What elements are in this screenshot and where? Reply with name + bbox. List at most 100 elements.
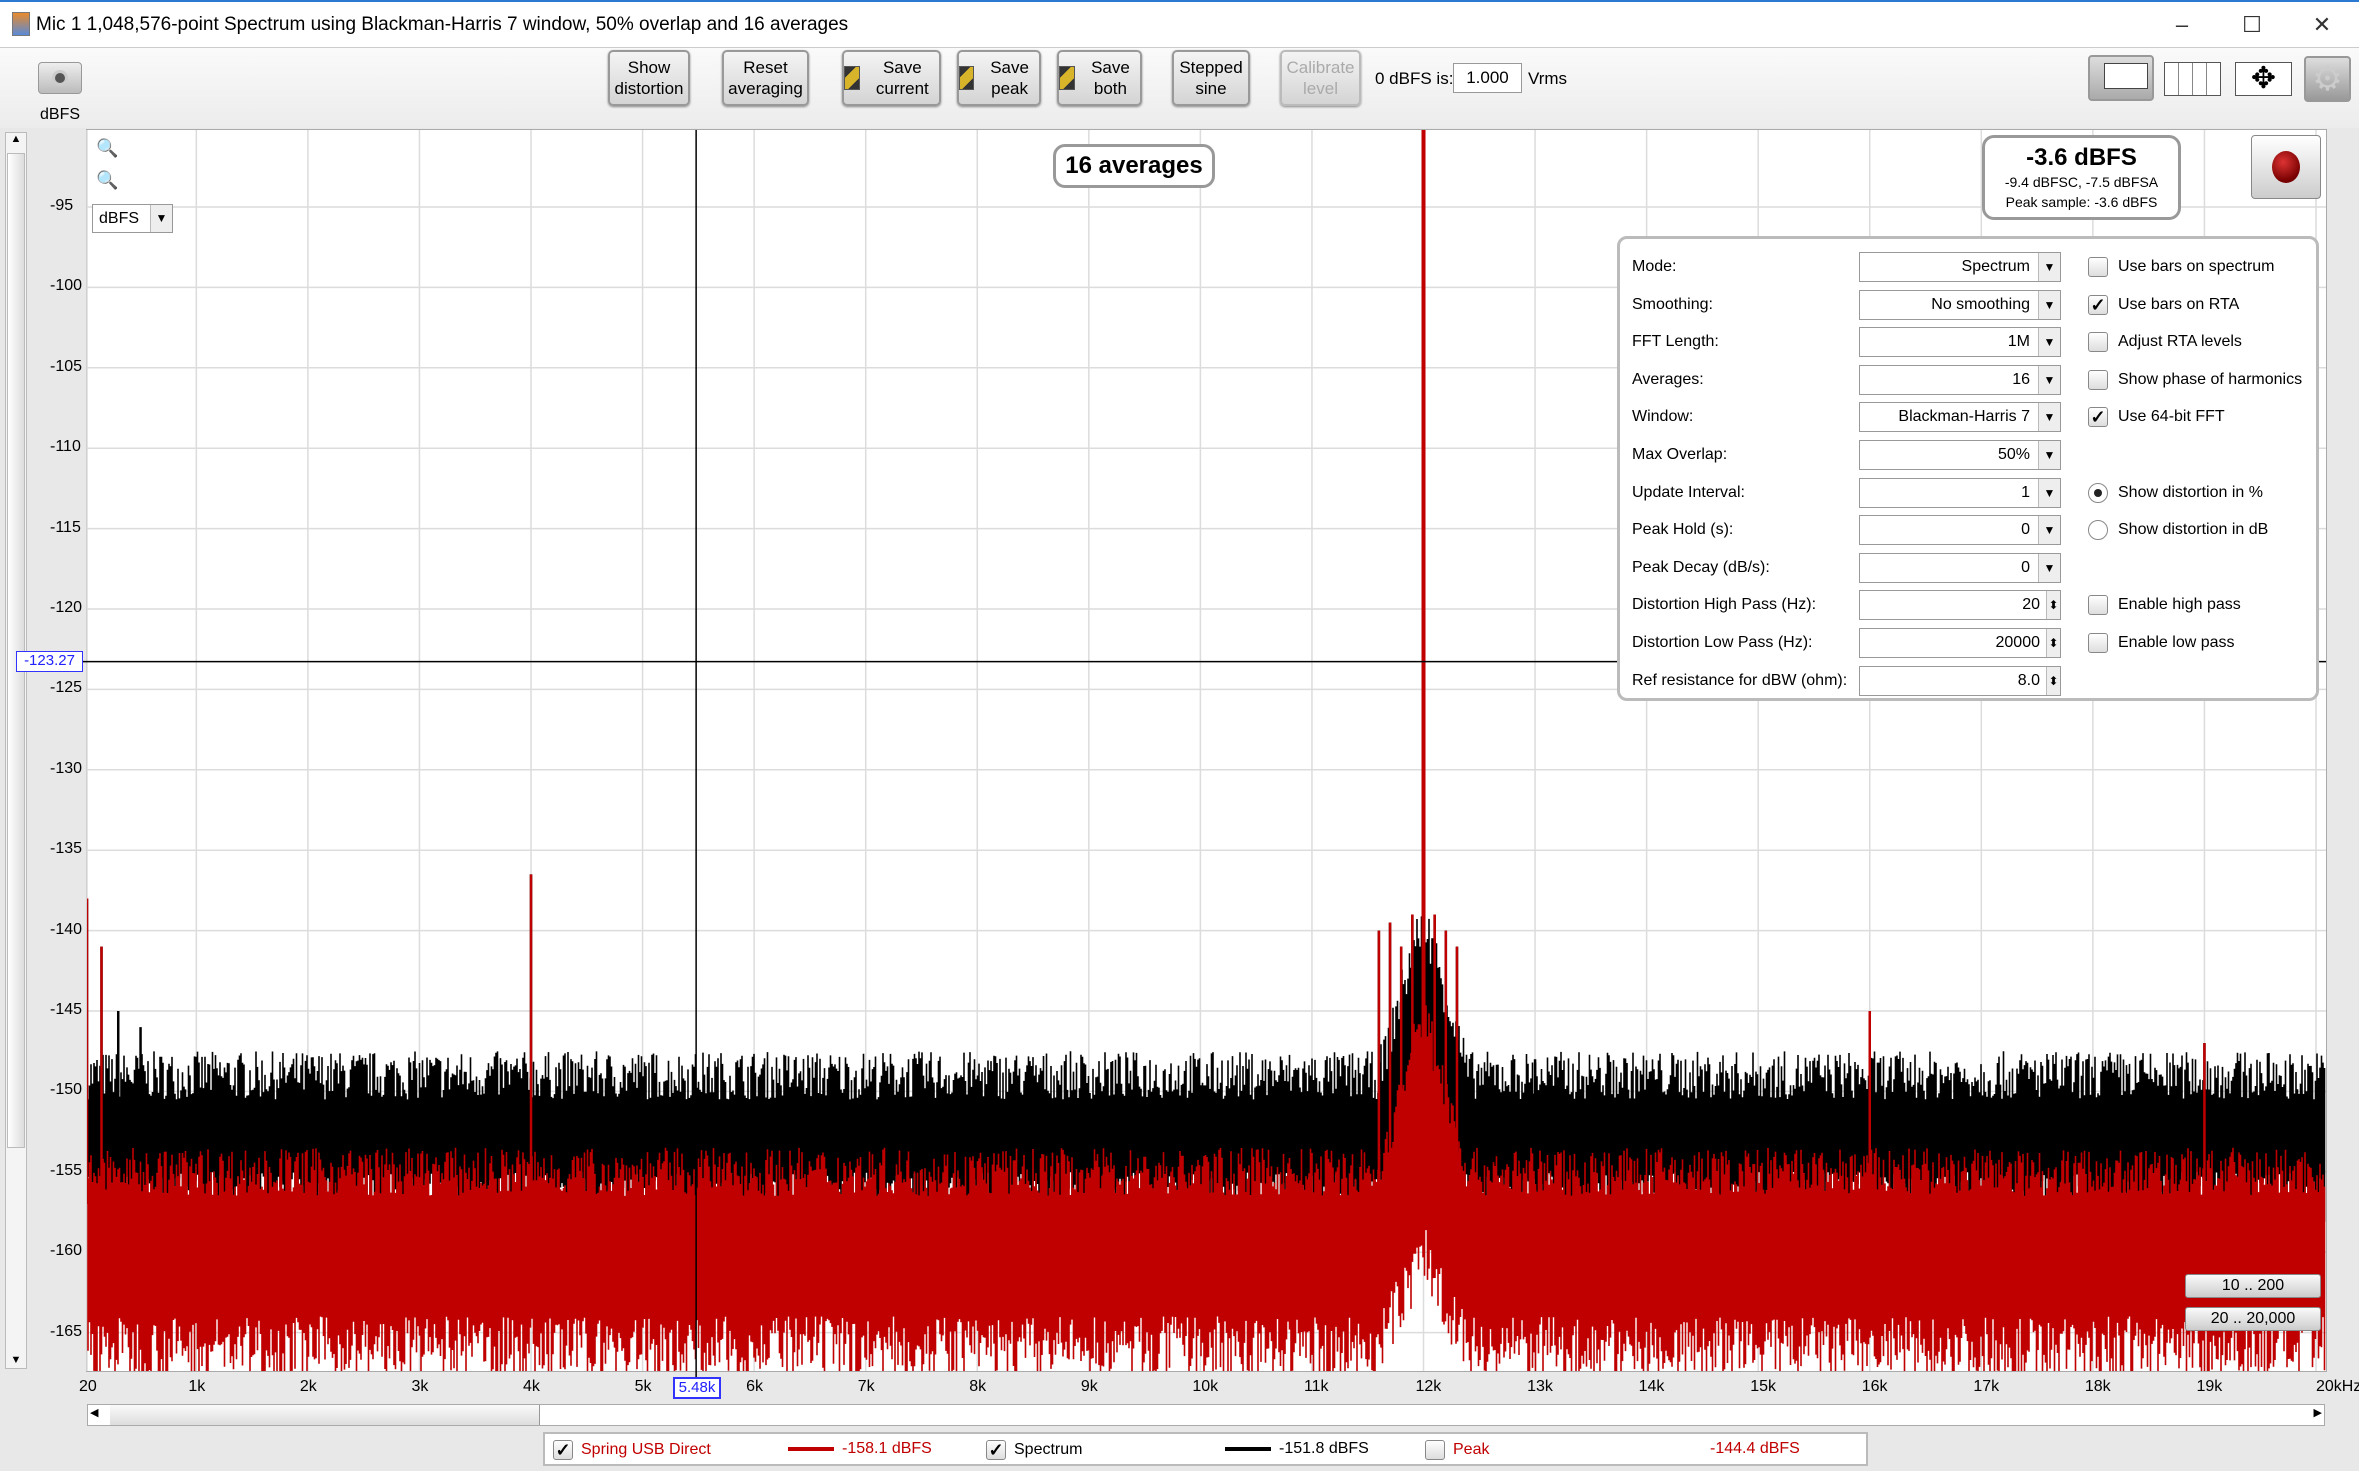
legend-swatch xyxy=(788,1447,834,1451)
x-tick-label: 19k xyxy=(2196,1378,2223,1395)
chevron-down-icon[interactable]: ▼ xyxy=(2038,553,2060,582)
chevron-down-icon[interactable]: ▼ xyxy=(2038,328,2060,357)
range-button-10-200[interactable]: 10 .. 200 xyxy=(2185,1274,2321,1298)
option-label: Use 64-bit FFT xyxy=(2118,408,2225,426)
checkbox[interactable] xyxy=(2088,257,2108,277)
legend-value: -144.4 dBFS xyxy=(1710,1440,1800,1457)
setting-spinner[interactable]: 20 ⬍ xyxy=(1859,590,2061,621)
x-tick-label: 8k xyxy=(969,1378,987,1395)
spinner-arrows-icon[interactable]: ⬍ xyxy=(2046,591,2060,620)
chevron-down-icon[interactable]: ▼ xyxy=(2038,441,2060,469)
radio-option[interactable]: Show distortion in dB xyxy=(2088,515,2268,545)
checkbox[interactable] xyxy=(2088,332,2108,353)
zoom-in-icon[interactable]: 🔍 xyxy=(96,138,118,159)
setting-value: 16 xyxy=(2012,370,2030,388)
setting-value: Blackman-Harris 7 xyxy=(1898,408,2030,426)
legend-item-spectrum[interactable]: ✓ Spectrum xyxy=(986,1440,1082,1460)
setting-label: Averages: xyxy=(1632,370,1704,388)
checkbox-option[interactable]: Use bars on spectrum xyxy=(2088,252,2275,282)
setting-dropdown[interactable]: 1 ▼ xyxy=(1859,477,2061,508)
option-label: Show phase of harmonics xyxy=(2118,370,2303,388)
horizontal-scroll-thumb[interactable] xyxy=(110,1405,540,1425)
setting-dropdown[interactable]: No smoothing ▼ xyxy=(1859,289,2061,320)
setting-dropdown[interactable]: 1M ▼ xyxy=(1859,327,2061,358)
horizontal-scrollbar[interactable]: ◀ ▶ xyxy=(87,1404,2325,1426)
chevron-down-icon[interactable]: ▼ xyxy=(2038,253,2060,281)
x-tick-label: 1k xyxy=(188,1378,206,1395)
checkbox-option[interactable]: ✓ Use bars on RTA xyxy=(2088,290,2239,320)
checkbox-option[interactable]: Enable low pass xyxy=(2088,628,2235,658)
checkbox[interactable]: ✓ xyxy=(986,1440,1006,1460)
unit-select[interactable]: dBFS ▼ xyxy=(92,204,173,233)
x-tick-label: 12k xyxy=(1415,1378,1442,1395)
setting-dropdown[interactable]: 0 ▼ xyxy=(1859,515,2061,546)
checkbox-option[interactable]: Adjust RTA levels xyxy=(2088,327,2242,357)
y-tick-label: -130 xyxy=(50,759,83,777)
setting-label: Distortion High Pass (Hz): xyxy=(1632,596,1817,614)
radio[interactable] xyxy=(2088,520,2108,541)
x-tick-label: 17k xyxy=(1973,1378,2000,1395)
option-label: Show distortion in dB xyxy=(2118,521,2269,539)
legend-item-spring-usb[interactable]: ✓ Spring USB Direct xyxy=(553,1440,711,1460)
setting-spinner[interactable]: 8.0 ⬍ xyxy=(1859,665,2061,696)
option-label: Show distortion in % xyxy=(2118,483,2263,501)
scroll-left-arrow[interactable]: ◀ xyxy=(90,1406,98,1419)
chevron-down-icon[interactable]: ▼ xyxy=(2038,478,2060,507)
y-tick-label: -165 xyxy=(50,1322,83,1340)
setting-value: Spectrum xyxy=(1961,258,2030,275)
y-tick-label: -150 xyxy=(50,1081,83,1099)
checkbox[interactable] xyxy=(2088,595,2108,616)
checkbox[interactable] xyxy=(2088,633,2108,653)
radio[interactable] xyxy=(2088,482,2108,503)
y-tick-label: -95 xyxy=(50,197,74,214)
zoom-out-icon[interactable]: 🔍 xyxy=(96,170,118,191)
setting-dropdown[interactable]: 50% ▼ xyxy=(1859,440,2061,470)
y-tick-label: -105 xyxy=(50,357,83,375)
x-tick-label: 4k xyxy=(523,1378,540,1395)
setting-spinner[interactable]: 20000 ⬍ xyxy=(1859,628,2061,658)
scroll-right-arrow[interactable]: ▶ xyxy=(2314,1406,2322,1419)
checkbox[interactable]: ✓ xyxy=(2088,294,2108,315)
x-tick-label: 9k xyxy=(1080,1378,1098,1395)
x-tick-label: 3k xyxy=(411,1378,429,1395)
chevron-down-icon: ▼ xyxy=(150,205,172,232)
level-weighted: -9.4 dBFSC, -7.5 dBFSA xyxy=(2004,174,2159,190)
settings-panel: Mode: Spectrum ▼ Use bars on spectrum Smooth… xyxy=(1617,236,2319,701)
checkbox-option[interactable]: Enable high pass xyxy=(2088,590,2241,620)
setting-label: Mode: xyxy=(1632,258,1677,275)
checkbox-option[interactable]: Show phase of harmonics xyxy=(2088,365,2302,395)
radio-option[interactable]: Show distortion in % xyxy=(2088,478,2263,508)
x-tick-label: 2k xyxy=(299,1378,317,1395)
x-tick-label: 20 xyxy=(79,1378,97,1395)
checkbox[interactable] xyxy=(2088,369,2108,390)
checkbox[interactable]: ✓ xyxy=(553,1440,573,1460)
setting-dropdown[interactable]: 0 ▼ xyxy=(1859,552,2061,583)
checkbox[interactable] xyxy=(1425,1440,1445,1460)
spinner-arrows-icon[interactable]: ⬍ xyxy=(2046,629,2060,657)
chevron-down-icon[interactable]: ▼ xyxy=(2038,365,2060,394)
setting-value: 0 xyxy=(2021,521,2030,539)
chevron-down-icon[interactable]: ▼ xyxy=(2038,516,2060,545)
setting-dropdown[interactable]: Blackman-Harris 7 ▼ xyxy=(1859,402,2061,433)
record-button[interactable] xyxy=(2251,135,2321,199)
averages-badge: 16 averages xyxy=(1053,144,1215,188)
checkbox-option[interactable]: ✓ Use 64-bit FFT xyxy=(2088,402,2225,432)
option-label: Adjust RTA levels xyxy=(2118,333,2242,351)
setting-label: Peak Decay (dB/s): xyxy=(1632,558,1770,576)
legend-swatch xyxy=(1225,1447,1271,1451)
setting-dropdown[interactable]: 16 ▼ xyxy=(1859,364,2061,395)
level-meter-box: -3.6 dBFS -9.4 dBFSC, -7.5 dBFSA Peak sa… xyxy=(1982,135,2181,220)
x-tick-label: 11k xyxy=(1303,1378,1329,1395)
range-button-20-20000[interactable]: 20 .. 20,000 xyxy=(2185,1307,2321,1331)
level-main: -3.6 dBFS xyxy=(2026,144,2137,171)
x-tick-label: 7k xyxy=(857,1378,875,1395)
setting-dropdown[interactable]: Spectrum ▼ xyxy=(1859,252,2061,282)
setting-value: 50% xyxy=(1997,446,2030,463)
chevron-down-icon[interactable]: ▼ xyxy=(2038,290,2060,319)
spinner-arrows-icon[interactable]: ⬍ xyxy=(2046,666,2060,695)
chevron-down-icon[interactable]: ▼ xyxy=(2038,403,2060,432)
checkbox[interactable]: ✓ xyxy=(2088,407,2108,428)
y-tick-label: -125 xyxy=(50,679,83,697)
legend-item-peak[interactable]: Peak xyxy=(1425,1440,1489,1460)
unit-select-value: dBFS xyxy=(99,210,140,227)
